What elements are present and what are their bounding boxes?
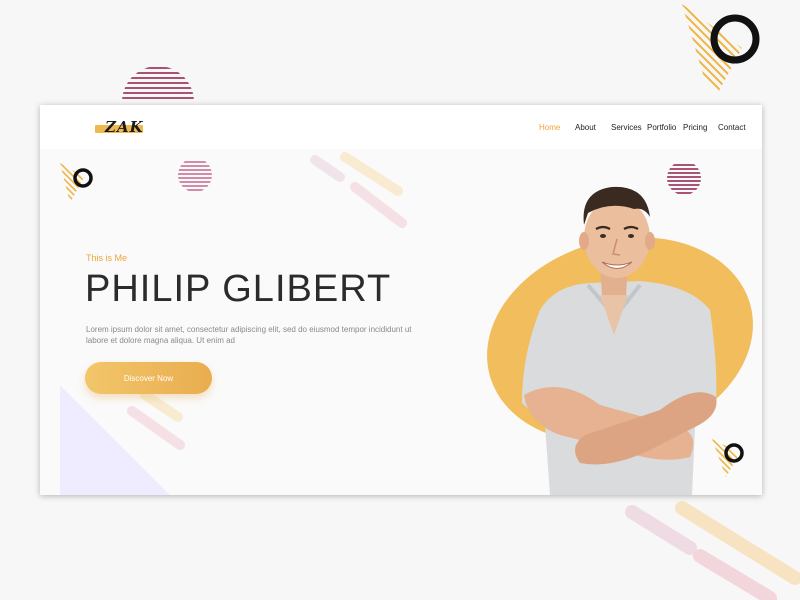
nav-services[interactable]: Services [611, 123, 642, 132]
pill-stripes-icon [625, 501, 800, 600]
nav-contact[interactable]: Contact [718, 123, 746, 132]
website-mockup: ZAK Home About Services Portfolio Pricin… [40, 105, 762, 495]
nav-pricing[interactable]: Pricing [683, 123, 707, 132]
triangle-ring-icon [682, 4, 760, 104]
nav-portfolio[interactable]: Portfolio [647, 123, 676, 132]
navbar: ZAK Home About Services Portfolio Pricin… [40, 105, 762, 149]
logo-text: ZAK [105, 118, 144, 136]
logo[interactable]: ZAK [95, 118, 145, 138]
nav-about[interactable]: About [575, 123, 596, 132]
discover-now-button[interactable]: Discover Now [85, 362, 212, 394]
striped-semicircle-icon [122, 67, 194, 99]
nav-home[interactable]: Home [539, 123, 560, 132]
hero-description: Lorem ipsum dolor sit amet, consectetur … [86, 325, 412, 345]
hero-name: PHILIP GLIBERT [85, 268, 392, 310]
hero-tagline: This is Me [86, 253, 128, 263]
